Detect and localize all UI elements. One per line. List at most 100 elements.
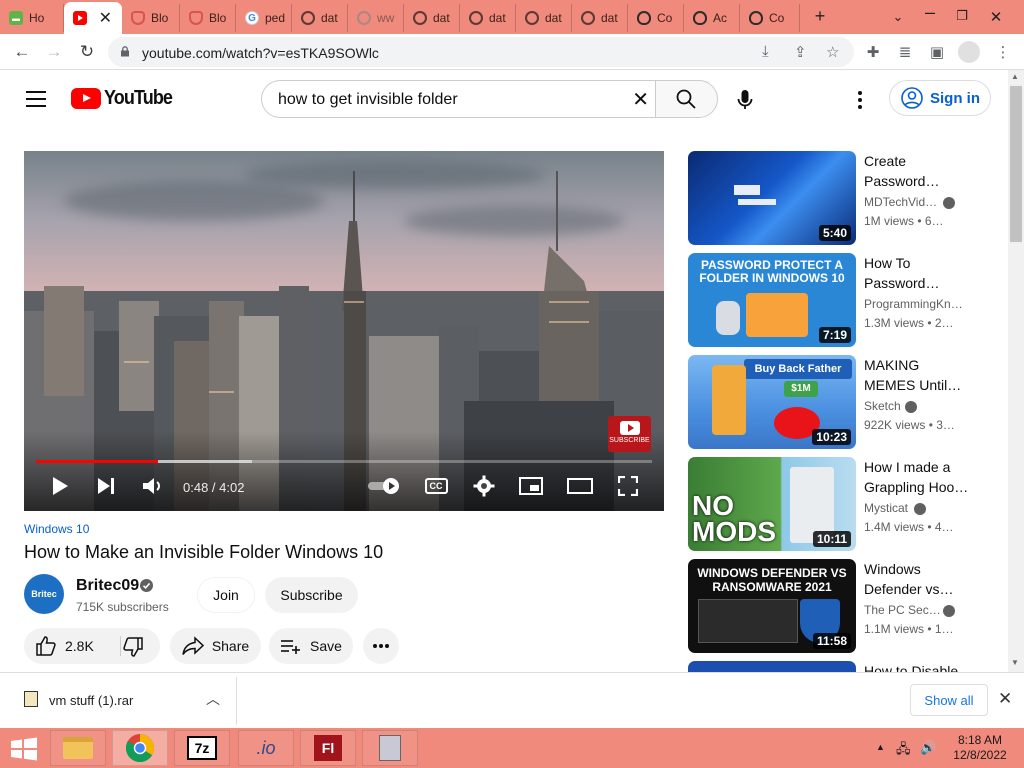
related-channel[interactable]: MDTechVid… — [864, 195, 937, 209]
related-video-card[interactable]: NO MODS 10:11 How I made a Grappling Hoo…… — [688, 457, 988, 551]
share-button[interactable]: Share — [170, 628, 261, 664]
close-tab-icon[interactable]: ✕ — [99, 8, 112, 28]
related-thumbnail[interactable] — [688, 661, 856, 672]
browser-tab[interactable]: Blo — [180, 4, 236, 32]
more-actions-button[interactable] — [363, 628, 399, 664]
related-video-card[interactable]: Buy Back Father $1M 10:23 MAKING MEMES Un… — [688, 355, 988, 449]
join-button[interactable]: Join — [197, 577, 255, 613]
related-video-card[interactable]: 5:40 Create Password… MDTechVid… 1M views… — [688, 151, 988, 245]
side-panel-icon[interactable]: ▣ — [928, 43, 946, 61]
related-channel[interactable]: Mysticat — [864, 501, 908, 515]
channel-name[interactable]: Britec09 — [76, 577, 139, 595]
scroll-up-arrow-icon[interactable]: ▲ — [1011, 72, 1019, 81]
browser-tab[interactable]: dat — [404, 4, 460, 32]
fullscreen-icon[interactable] — [616, 473, 640, 499]
subscribe-watermark[interactable]: SUBSCRIBE — [608, 416, 651, 452]
close-shelf-icon[interactable]: ✕ — [998, 689, 1012, 709]
autoplay-toggle-icon[interactable] — [366, 473, 402, 499]
download-options-chevron-icon[interactable]: ︿ — [206, 689, 220, 709]
next-video-icon[interactable] — [94, 473, 118, 499]
volume-tray-icon[interactable]: 🔊 — [920, 740, 936, 756]
browser-tab[interactable]: Co — [740, 4, 800, 32]
theater-mode-icon[interactable] — [566, 473, 594, 499]
bookmark-star-icon[interactable]: ☆ — [826, 43, 839, 61]
extensions-puzzle-icon[interactable]: ✚ — [864, 43, 882, 61]
back-icon[interactable]: ← — [11, 41, 33, 63]
progress-bar[interactable] — [36, 460, 652, 463]
related-thumbnail[interactable]: 5:40 — [688, 151, 856, 245]
related-channel[interactable]: Sketch — [864, 399, 901, 413]
restore-icon[interactable]: ❐ — [950, 8, 974, 24]
window-close-icon[interactable]: ✕ — [984, 8, 1008, 26]
taskbar-7zip[interactable]: 7z — [174, 730, 230, 766]
save-button[interactable]: Save — [269, 628, 353, 664]
related-video-card[interactable]: PASSWORD PROTECT A FOLDER IN WINDOWS 10 … — [688, 253, 988, 347]
guide-menu-icon[interactable] — [26, 91, 46, 107]
video-player[interactable]: SUBSCRIBE 0:48 / 4:02 CC — [24, 151, 664, 511]
browser-tab[interactable]: ▬ Ho — [0, 4, 64, 32]
download-filename[interactable]: vm stuff (1).rar — [49, 693, 133, 708]
dislike-thumbs-down-icon[interactable] — [122, 636, 144, 658]
browser-tab[interactable]: Ac — [684, 4, 740, 32]
browser-tab[interactable]: ww — [348, 4, 404, 32]
subtitles-cc-icon[interactable]: CC — [424, 473, 448, 499]
sign-in-button[interactable]: Sign in — [889, 80, 991, 116]
settings-gear-icon[interactable] — [472, 473, 496, 499]
taskbar-flash[interactable]: Fl — [300, 730, 356, 766]
browser-tab[interactable]: dat — [572, 4, 628, 32]
install-app-icon[interactable]: ⤓ — [762, 43, 769, 60]
taskbar-file-explorer[interactable] — [50, 730, 106, 766]
chrome-menu-icon[interactable]: ⋮ — [994, 43, 1012, 61]
windows-start-icon[interactable] — [10, 737, 38, 761]
related-title[interactable]: How I made a Grappling Hoo… — [864, 457, 976, 497]
search-button[interactable] — [655, 80, 718, 118]
taskbar-archive[interactable] — [362, 730, 418, 766]
related-channel[interactable]: ProgrammingKn… — [864, 297, 963, 311]
channel-avatar[interactable]: Britec — [24, 574, 64, 614]
search-input[interactable]: how to get invisible folder ✕ — [261, 80, 655, 118]
browser-tab[interactable]: dat — [516, 4, 572, 32]
forward-icon[interactable]: → — [43, 41, 65, 63]
tab-search-chevron-icon[interactable]: ⌄ — [886, 9, 910, 25]
youtube-logo[interactable]: YouTube — [71, 87, 180, 110]
related-title[interactable]: How to Disable — [864, 661, 988, 672]
related-thumbnail[interactable]: WINDOWS DEFENDER VS RANSOMWARE 2021 11:5… — [688, 559, 856, 653]
browser-tab[interactable]: dat — [460, 4, 516, 32]
related-thumbnail[interactable]: PASSWORD PROTECT A FOLDER IN WINDOWS 10 … — [688, 253, 856, 347]
browser-tab[interactable]: Blo — [122, 4, 180, 32]
related-title[interactable]: How To Password… — [864, 253, 976, 293]
show-hidden-icons-chevron-icon[interactable]: ▲ — [876, 742, 885, 752]
clear-search-icon[interactable]: ✕ — [632, 87, 649, 112]
network-icon[interactable]: 🖧 — [896, 740, 911, 762]
show-all-downloads-button[interactable]: Show all — [910, 684, 988, 716]
scrollbar-thumb[interactable] — [1010, 86, 1022, 242]
related-video-card[interactable]: WINDOWS DEFENDER VS RANSOMWARE 2021 11:5… — [688, 559, 988, 653]
related-thumbnail[interactable]: Buy Back Father $1M 10:23 — [688, 355, 856, 449]
browser-tab[interactable]: G ped — [236, 4, 292, 32]
taskbar-jio[interactable]: .io — [238, 730, 294, 766]
related-title[interactable]: MAKING MEMES Until… — [864, 355, 976, 395]
related-title[interactable]: Create Password… — [864, 151, 976, 191]
new-tab-icon[interactable]: + — [808, 6, 832, 27]
taskbar-clock[interactable]: 8:18 AM 12/8/2022 — [944, 733, 1016, 763]
like-thumbs-up-icon[interactable] — [35, 635, 57, 657]
like-count[interactable]: 2.8K — [65, 638, 94, 654]
scroll-down-arrow-icon[interactable]: ▼ — [1011, 658, 1019, 667]
taskbar-chrome[interactable] — [112, 730, 168, 766]
media-queue-icon[interactable]: ≣ — [896, 43, 914, 61]
related-thumbnail[interactable]: NO MODS 10:11 — [688, 457, 856, 551]
share-page-icon[interactable]: ⇪ — [794, 43, 807, 61]
omnibox[interactable]: youtube.com/watch?v=esTKA9SOWlc ⤓ ⇪ ☆ — [108, 37, 854, 67]
reload-icon[interactable]: ↻ — [76, 41, 98, 63]
profile-avatar-icon[interactable] — [958, 41, 980, 63]
related-title[interactable]: Windows Defender vs… — [864, 559, 976, 599]
browser-tab[interactable]: Co — [628, 4, 684, 32]
video-hashtag-link[interactable]: Windows 10 — [24, 522, 89, 536]
volume-icon[interactable] — [140, 473, 166, 499]
related-video-card[interactable]: How to Disable — [688, 661, 988, 672]
play-icon[interactable] — [48, 473, 72, 499]
voice-search-mic-icon[interactable] — [733, 88, 757, 112]
related-channel[interactable]: The PC Sec… — [864, 603, 941, 617]
browser-tab[interactable]: dat — [292, 4, 348, 32]
minimize-icon[interactable]: – — [918, 2, 942, 23]
